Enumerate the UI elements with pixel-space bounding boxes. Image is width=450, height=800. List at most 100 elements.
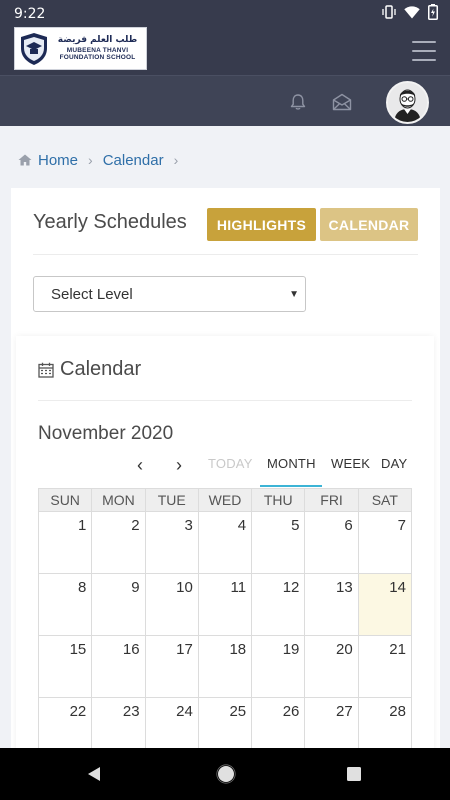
day-number: 19	[282, 641, 300, 658]
avatar[interactable]	[386, 81, 429, 124]
calendar-week: 1 2 3 4 5 6 7	[38, 511, 412, 573]
recents-icon[interactable]	[346, 766, 362, 787]
weekday-sat: SAT	[357, 489, 412, 511]
calendar-button[interactable]: CALENDAR	[320, 208, 418, 241]
calendar-icon	[38, 362, 54, 378]
calendar-day[interactable]: 7	[357, 511, 412, 573]
day-number: 12	[282, 579, 300, 596]
page-title: Yearly Schedules	[33, 211, 187, 233]
calendar-day[interactable]: 9	[91, 573, 145, 635]
schedules-header: Yearly Schedules HIGHLIGHTS CALENDAR	[33, 188, 418, 255]
calendar-day[interactable]: 12	[251, 573, 305, 635]
day-number: 13	[336, 579, 353, 596]
status-time: 9:22	[14, 5, 46, 22]
school-crest-icon	[21, 32, 47, 65]
day-number: 5	[291, 517, 300, 534]
dropdown-caret-icon: ▼	[289, 289, 299, 300]
calendar-day[interactable]: 1	[38, 511, 92, 573]
home-icon[interactable]	[18, 154, 32, 166]
highlights-button[interactable]: HIGHLIGHTS	[207, 208, 316, 241]
logo-arabic-text: طلب العلم فريضة	[57, 35, 138, 45]
app-header: طلب العلم فريضة MUBEENA THANVI FOUNDATIO…	[0, 27, 450, 75]
month-title: November 2020	[38, 423, 174, 444]
breadcrumb-calendar[interactable]: Calendar	[103, 152, 164, 169]
level-select-value: Select Level	[51, 285, 133, 303]
calendar-week: 8 9 10 11 12 13 14	[38, 573, 412, 635]
calendar-day-today[interactable]: 14	[357, 573, 412, 635]
calendar-week: 15 16 17 18 19 20 21	[38, 635, 412, 697]
calendar-day[interactable]: 4	[197, 511, 252, 573]
calendar-day[interactable]: 21	[357, 635, 412, 697]
day-number: 11	[230, 579, 247, 596]
day-number: 23	[122, 703, 140, 720]
calendar-day[interactable]: 16	[91, 635, 145, 697]
level-select[interactable]: Select Level ▼	[33, 276, 306, 312]
day-number: 25	[229, 703, 247, 720]
day-number: 6	[344, 517, 353, 534]
day-number: 24	[176, 703, 193, 720]
weekday-thu: THU	[251, 489, 304, 511]
next-month-button[interactable]: ›	[176, 455, 182, 476]
day-number: 26	[282, 703, 300, 720]
calendar-day[interactable]: 19	[251, 635, 305, 697]
vibrate-icon	[382, 5, 396, 22]
status-bar: 9:22	[0, 0, 450, 27]
day-number: 2	[131, 517, 140, 534]
calendar-day[interactable]: 3	[144, 511, 198, 573]
day-number: 15	[69, 641, 87, 658]
chevron-right-icon: ›	[88, 152, 93, 168]
today-button[interactable]: TODAY	[208, 456, 253, 471]
day-number: 3	[184, 517, 193, 534]
calendar-day[interactable]: 17	[144, 635, 198, 697]
divider	[38, 400, 412, 401]
calendar-day[interactable]: 18	[197, 635, 252, 697]
day-number: 28	[389, 703, 406, 720]
day-number: 16	[122, 641, 140, 658]
user-avatar-icon	[388, 83, 427, 122]
home-button-icon[interactable]	[216, 764, 236, 789]
calendar-day[interactable]: 10	[144, 573, 198, 635]
day-number: 7	[397, 517, 406, 534]
day-number: 20	[336, 641, 353, 658]
mail-open-icon[interactable]	[332, 93, 352, 116]
month-view-button[interactable]: MONTH	[267, 456, 316, 471]
day-number: 27	[336, 703, 353, 720]
school-logo[interactable]: طلب العلم فريضة MUBEENA THANVI FOUNDATIO…	[14, 27, 147, 70]
day-number: 8	[77, 579, 87, 596]
day-number: 10	[176, 579, 193, 596]
user-toolbar	[0, 75, 450, 126]
day-view-button[interactable]: DAY	[381, 456, 407, 471]
calendar-day[interactable]: 5	[251, 511, 305, 573]
weekday-fri: FRI	[304, 489, 357, 511]
calendar-grid: SUN MON TUE WED THU FRI SAT 1 2 3 4 5 6 …	[38, 488, 412, 759]
calendar-day[interactable]: 15	[38, 635, 92, 697]
day-number: 14	[389, 579, 406, 596]
breadcrumb-home[interactable]: Home	[38, 152, 78, 169]
day-number: 4	[237, 517, 247, 534]
calendar-title: Calendar	[60, 358, 142, 380]
calendar-heading: Calendar	[38, 358, 141, 381]
logo-name-line2: FOUNDATION SCHOOL	[59, 53, 136, 61]
calendar-day[interactable]: 8	[38, 573, 92, 635]
active-view-indicator	[260, 485, 322, 487]
day-number: 21	[389, 641, 406, 658]
breadcrumb: Home › Calendar ›	[18, 150, 188, 170]
calendar-day[interactable]: 11	[197, 573, 252, 635]
calendar-day[interactable]: 20	[304, 635, 358, 697]
weekday-sun: SUN	[38, 489, 91, 511]
menu-icon[interactable]	[412, 41, 436, 61]
battery-icon	[428, 4, 438, 23]
chevron-right-icon: ›	[173, 152, 179, 168]
week-view-button[interactable]: WEEK	[331, 456, 370, 471]
calendar-day[interactable]: 13	[304, 573, 358, 635]
calendar-day[interactable]: 2	[91, 511, 145, 573]
day-number: 17	[176, 641, 193, 658]
prev-month-button[interactable]: ‹	[137, 455, 143, 476]
back-icon[interactable]	[86, 766, 102, 787]
bell-icon[interactable]	[289, 93, 307, 116]
weekday-header: SUN MON TUE WED THU FRI SAT	[38, 488, 412, 511]
weekday-wed: WED	[197, 489, 251, 511]
calendar-day[interactable]: 6	[304, 511, 358, 573]
day-number: 18	[229, 641, 247, 658]
day-number: 9	[131, 579, 140, 596]
